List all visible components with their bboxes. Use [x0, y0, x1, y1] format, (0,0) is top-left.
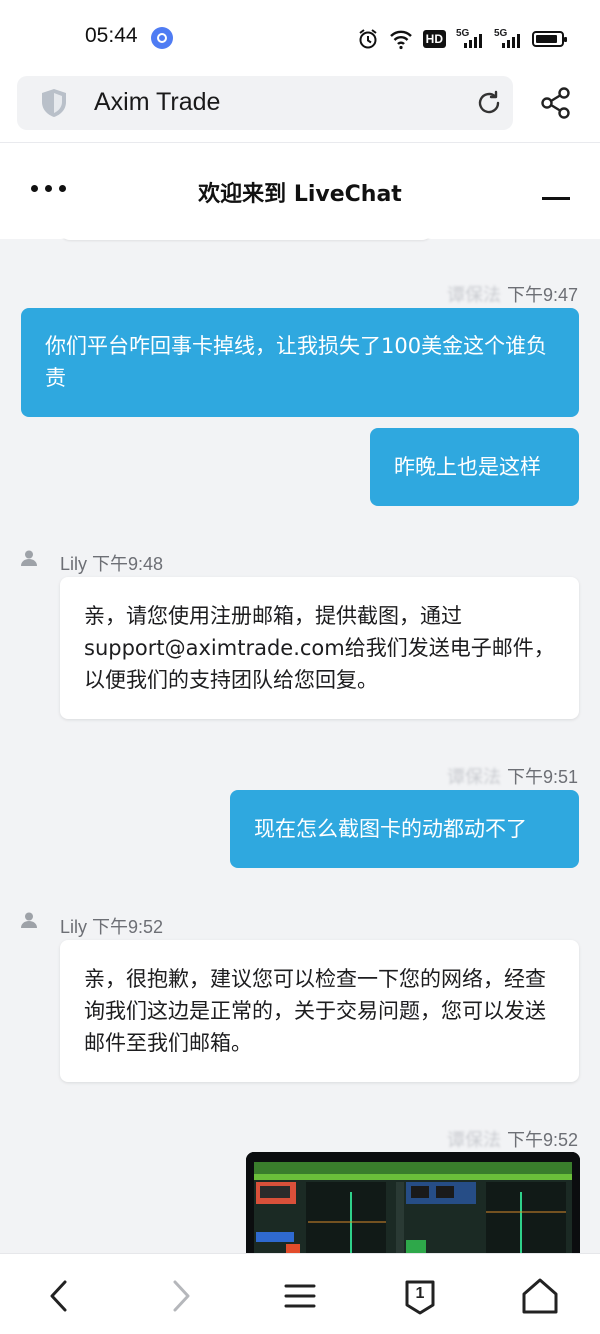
- message-meta: Lily 下午9:52: [60, 913, 163, 939]
- status-time: 05:44: [85, 24, 138, 47]
- sender-name: Lily: [60, 554, 88, 574]
- back-icon[interactable]: [38, 1274, 82, 1318]
- bottom-navigation: 1: [0, 1253, 600, 1334]
- status-bar: 05:44 HD 5G 5G: [0, 0, 600, 76]
- signal-5g-icon-2: 5G: [494, 28, 522, 50]
- wifi-icon: [389, 30, 412, 50]
- message-text: 亲，请您使用注册邮箱，提供截图，通过support@aximtrade.com给…: [84, 604, 555, 692]
- outgoing-message[interactable]: 你们平台咋回事卡掉线，让我损失了100美金这个谁负责: [21, 308, 579, 417]
- forward-icon[interactable]: [158, 1274, 202, 1318]
- browser-toolbar: Axim Trade: [0, 76, 600, 142]
- minimize-icon[interactable]: [542, 197, 570, 200]
- site-name[interactable]: Axim Trade: [94, 88, 220, 117]
- battery-icon: [532, 31, 567, 47]
- image-attachment[interactable]: [246, 1152, 580, 1253]
- agent-avatar-icon: [21, 550, 37, 566]
- outgoing-message[interactable]: 昨晚上也是这样: [370, 428, 579, 506]
- home-icon[interactable]: [518, 1274, 562, 1318]
- message-time: 下午9:51: [506, 767, 578, 787]
- sender-name: 谭保法: [446, 1130, 501, 1150]
- message-text: 昨晚上也是这样: [394, 455, 541, 479]
- app-notification-icon: [151, 27, 173, 49]
- message-time: 下午9:47: [506, 285, 578, 305]
- menu-icon[interactable]: [278, 1274, 322, 1318]
- message-time: 下午9:52: [92, 917, 164, 937]
- message-meta: 谭保法 下午9:47: [447, 281, 578, 307]
- message-meta: Lily 下午9:48: [60, 550, 163, 576]
- shield-icon[interactable]: [39, 87, 69, 119]
- chat-title: 欢迎来到 LiveChat: [198, 182, 402, 207]
- message-text: 亲，很抱歉，建议您可以检查一下您的网络，经查询我们这边是正常的，关于交易问题，您…: [84, 967, 546, 1055]
- message-meta: 谭保法 下午9:51: [447, 763, 578, 789]
- chat-header: 欢迎来到 LiveChat: [0, 142, 600, 239]
- message-text: 现在怎么截图卡的动都动不了: [254, 817, 527, 841]
- hd-badge: HD: [422, 30, 446, 48]
- reload-icon[interactable]: [475, 89, 503, 117]
- tabs-icon[interactable]: 1: [398, 1274, 442, 1318]
- incoming-message[interactable]: 亲，请您使用注册邮箱，提供截图，通过support@aximtrade.com给…: [60, 577, 579, 719]
- message-text: 你们平台咋回事卡掉线，让我损失了100美金这个谁负责: [45, 334, 548, 390]
- sender-name: 谭保法: [446, 767, 501, 787]
- message-time: 下午9:52: [506, 1130, 578, 1150]
- sender-name: Lily: [60, 917, 88, 937]
- address-bar[interactable]: Axim Trade: [17, 76, 513, 130]
- alarm-icon: [359, 29, 377, 49]
- agent-avatar-icon: [21, 912, 37, 928]
- chat-messages[interactable]: 谭保法 下午9:47 你们平台咋回事卡掉线，让我损失了100美金这个谁负责 昨晚上…: [0, 238, 600, 1253]
- sender-name: 谭保法: [446, 285, 501, 305]
- tab-count: 1: [415, 1285, 425, 1302]
- previous-message-edge: [60, 238, 432, 240]
- message-time: 下午9:48: [92, 554, 164, 574]
- trading-screenshot-image: [246, 1152, 580, 1253]
- share-icon[interactable]: [540, 86, 572, 120]
- incoming-message[interactable]: 亲，很抱歉，建议您可以检查一下您的网络，经查询我们这边是正常的，关于交易问题，您…: [60, 940, 579, 1082]
- status-icons: HD 5G 5G: [357, 26, 567, 52]
- outgoing-message[interactable]: 现在怎么截图卡的动都动不了: [230, 790, 579, 868]
- message-meta: 谭保法 下午9:52: [447, 1126, 578, 1152]
- signal-5g-icon: 5G: [456, 28, 484, 50]
